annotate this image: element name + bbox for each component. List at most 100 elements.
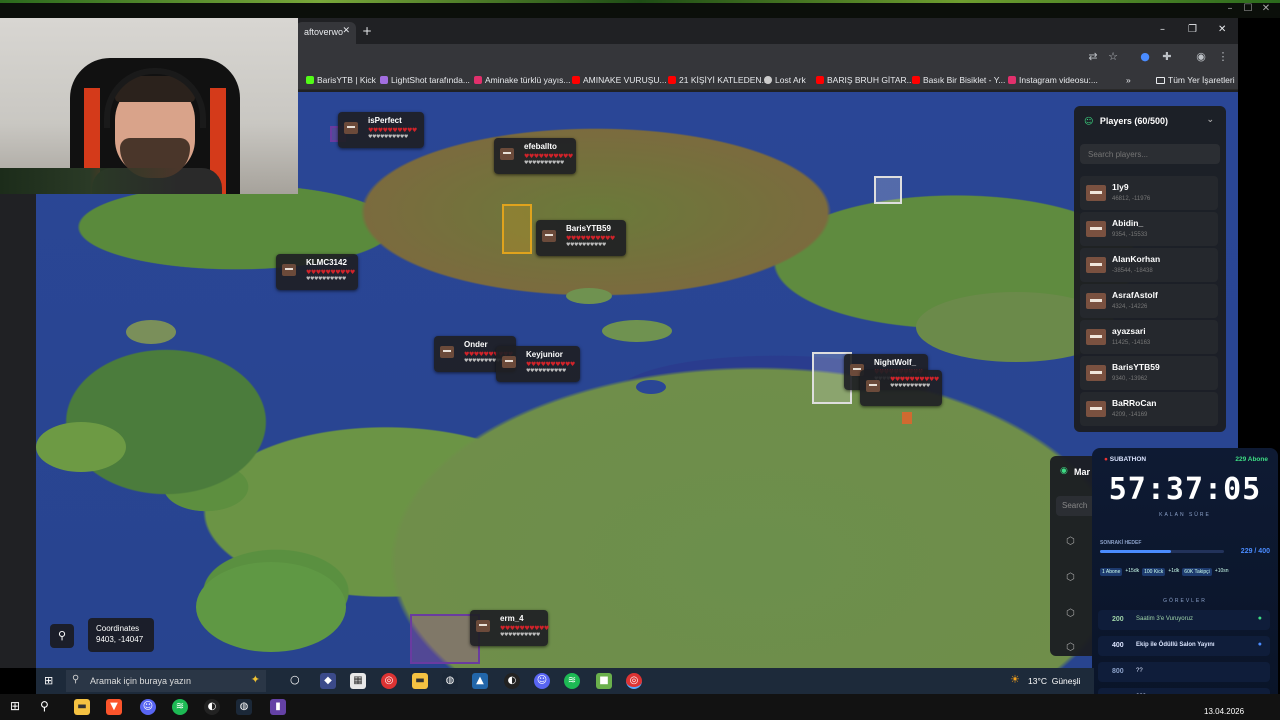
players-search-input[interactable] (1080, 144, 1220, 164)
bookmark-item[interactable]: AMINAKE VURUŞU... (572, 73, 667, 87)
land-claim[interactable] (874, 176, 902, 204)
bookmark-item[interactable]: BARIŞ BRUH GİTAR... (816, 73, 914, 87)
bookmark-item[interactable]: Instagram videosu:... (1008, 73, 1098, 87)
map-marker[interactable] (902, 412, 912, 424)
brave-icon[interactable]: ▼ (106, 699, 122, 715)
players-panel-title: Players (60/500) (1099, 116, 1168, 126)
player-avatar (1086, 293, 1106, 309)
folder-icon[interactable]: ▬ (74, 699, 90, 715)
app-icon[interactable]: ◐ (504, 673, 520, 689)
progress-bar-fill (1100, 550, 1171, 553)
lightshot-icon (380, 76, 388, 84)
player-list-item[interactable]: BaRRoCan 4209, -14169 (1080, 392, 1218, 426)
map-player-tag[interactable]: KLMC3142 ♥♥♥♥♥♥♥♥♥♥ ♥♥♥♥♥♥♥♥♥♥ (276, 254, 358, 290)
weather-text: 13°C Güneşli (1028, 676, 1081, 686)
translate-icon[interactable]: ⇄ (1086, 50, 1100, 64)
app-icon[interactable]: ▲ (472, 673, 488, 689)
subathon-timer: 57:37:05 (1108, 472, 1262, 507)
player-list-item[interactable]: BarisYTB59 9340, -13962 (1080, 356, 1218, 390)
coordinates-label: Coordinates (96, 624, 140, 633)
marker-icon[interactable]: ⬡ (1066, 642, 1075, 653)
window-minimize-icon[interactable]: – (1160, 24, 1165, 35)
chrome-icon[interactable]: ◎ (626, 673, 642, 689)
close-icon[interactable]: ✕ (1260, 4, 1272, 14)
rates-row: 1 Abone +15dk 100 Kick +1dk 60K Takipçi … (1100, 568, 1229, 576)
map-island (566, 288, 612, 304)
app-icon[interactable]: ◐ (204, 699, 220, 715)
link-icon[interactable]: ⚲ (50, 624, 74, 648)
extensions-puzzle-icon[interactable]: ✚ (1160, 50, 1174, 64)
extension-icon[interactable]: ● (1138, 50, 1152, 64)
player-head-icon (500, 148, 514, 160)
map-player-tag[interactable]: erm_4 ♥♥♥♥♥♥♥♥♥♥ ♥♥♥♥♥♥♥♥♥♥ (470, 610, 549, 646)
steam-icon[interactable]: ◍ (442, 673, 458, 689)
spotify-icon[interactable]: ≋ (564, 673, 580, 689)
discord-icon[interactable]: ☺ (534, 673, 550, 689)
bookmark-item[interactable]: Lost Ark (764, 73, 806, 87)
store-icon[interactable]: ▦ (350, 673, 366, 689)
map-player-tag[interactable]: efeballto ♥♥♥♥♥♥♥♥♥♥ ♥♥♥♥♥♥♥♥♥♥ (494, 138, 576, 174)
menu-icon[interactable]: ⋮ (1216, 50, 1230, 64)
marker-icon[interactable]: ⬡ (1066, 536, 1075, 547)
search-icon[interactable]: ⚲ (40, 699, 49, 713)
window-close-icon[interactable]: ✕ (1218, 24, 1226, 35)
players-panel: ☺ Players (60/500) ⌄ 1ly9 46812, -11976 … (1074, 106, 1226, 432)
bookmark-item[interactable]: LightShot tarafında... (380, 73, 470, 87)
player-avatar (1086, 365, 1106, 381)
player-list-item[interactable]: AlanKorhan -38544, -18438 (1080, 248, 1218, 282)
window-restore-icon[interactable]: ❐ (1188, 24, 1197, 35)
windows-start-icon[interactable]: ⊞ (10, 699, 20, 713)
map-player-tag[interactable]: BarisYTB59 ♥♥♥♥♥♥♥♥♥♥ ♥♥♥♥♥♥♥♥♥♥ (536, 220, 626, 256)
next-goal-label: SONRAKİ HEDEF (1100, 540, 1142, 546)
bookmark-star-icon[interactable]: ☆ (1106, 50, 1120, 64)
folder-icon[interactable]: ▬ (412, 673, 428, 689)
steam-icon[interactable]: ◍ (236, 699, 252, 715)
player-list-item[interactable]: Abidin_ 9354, -15533 (1080, 212, 1218, 246)
windows-start-icon[interactable]: ⊞ (44, 674, 53, 687)
folder-icon (1156, 76, 1165, 84)
subathon-subs: 229 Abone (1235, 456, 1268, 463)
all-bookmarks-button[interactable]: Tüm Yer İşaretleri (1156, 73, 1235, 87)
marker-icon[interactable]: ⬡ (1066, 608, 1075, 619)
player-avatar (1086, 221, 1106, 237)
inner-search-placeholder: Aramak için buraya yazın (90, 676, 192, 686)
players-panel-header[interactable]: ☺ Players (60/500) ⌄ (1074, 106, 1226, 140)
players-icon: ☺ (1084, 117, 1094, 127)
youtube-icon (816, 76, 824, 84)
player-head-icon (282, 264, 296, 276)
minecraft-icon[interactable]: ■ (596, 673, 612, 689)
discord-icon[interactable]: ☺ (140, 699, 156, 715)
player-list-item[interactable]: AsrafAstolf 4324, -14226 (1080, 284, 1218, 318)
map-player-tag[interactable]: isPerfect ♥♥♥♥♥♥♥♥♥♥ ♥♥♥♥♥♥♥♥♥♥ (338, 112, 424, 148)
marker-icon[interactable]: ⬡ (1066, 572, 1075, 583)
profile-icon[interactable]: ◉ (1194, 50, 1208, 64)
tasks-label: GÖREVLER (1163, 598, 1207, 604)
tab-close-icon[interactable]: ✕ (342, 26, 350, 36)
maximize-icon[interactable]: ☐ (1242, 4, 1254, 14)
spotify-icon[interactable]: ≋ (172, 699, 188, 715)
minimize-icon[interactable]: – (1224, 4, 1236, 14)
map-player-tag[interactable]: ♥♥♥♥♥♥♥♥♥♥ ♥♥♥♥♥♥♥♥♥♥ (860, 370, 942, 406)
land-claim[interactable] (502, 204, 532, 254)
map-player-tag[interactable]: Keyjunior ♥♥♥♥♥♥♥♥♥♥ ♥♥♥♥♥♥♥♥♥♥ (496, 346, 580, 382)
twitch-icon[interactable]: ▮ (270, 699, 286, 715)
subathon-badge: ● SUBATHON (1104, 456, 1147, 463)
player-list-item[interactable]: 1ly9 46812, -11976 (1080, 176, 1218, 210)
bookmark-item[interactable]: BarisYTB | Kick (306, 73, 376, 87)
task-view-icon[interactable]: ○ (290, 673, 300, 686)
youtube-icon (912, 76, 920, 84)
player-list-item[interactable]: ayazsari 11425, -14163 (1080, 320, 1218, 354)
bookmark-item[interactable]: 21 KİŞİYİ KATLEDEN... (668, 73, 769, 87)
new-tab-icon[interactable]: + (362, 24, 372, 38)
chrome-icon[interactable]: ◎ (381, 673, 397, 689)
chevron-down-icon[interactable]: ⌄ (1206, 115, 1214, 125)
search-icon: ⚲ (72, 674, 80, 685)
bookmark-item[interactable]: Basık Bir Bisiklet - Y... (912, 73, 1005, 87)
bookmarks-more-button[interactable]: » (1126, 73, 1131, 87)
map-island (126, 320, 176, 344)
bookmark-item[interactable]: Aminake türklü yayıs... (474, 73, 571, 87)
app-icon[interactable]: ◆ (320, 673, 336, 689)
inner-search-box[interactable]: ⚲ Aramak için buraya yazın ✦ (66, 670, 266, 692)
browser-tab[interactable]: aftoverwo ✕ (296, 22, 356, 44)
taskbar-date: 13.04.2026 (1204, 707, 1245, 716)
